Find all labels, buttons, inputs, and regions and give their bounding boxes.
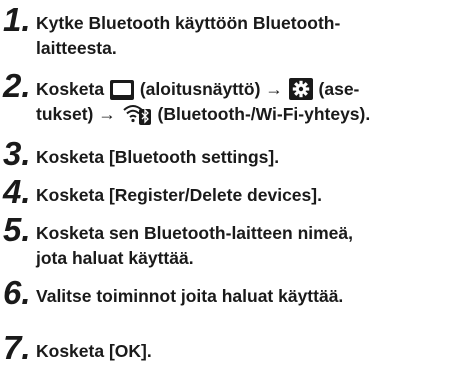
step-text: Kytke Bluetooth käyttöön Bluetooth- lait… — [36, 11, 340, 61]
step-line: Kosketa [Register/Delete devices]. — [36, 185, 322, 205]
step-line: Kosketa sen Bluetooth-laitteen nimeä, — [36, 223, 354, 243]
bluetooth-wifi-icon — [122, 103, 152, 125]
step-number: 7. — [3, 329, 31, 366]
step-text-part: (Bluetooth-/Wi-Fi-yhteys). — [157, 104, 371, 124]
step-text: Valitse toiminnot joita haluat käyttää. — [36, 284, 343, 309]
step-text-part: (aloitusnäyttö) — [139, 79, 261, 99]
step-text: Kosketa sen Bluetooth-laitteen nimeä, jo… — [36, 221, 353, 271]
step-text-part: Kosketa — [36, 79, 105, 99]
step-number: 3. — [3, 135, 31, 172]
step-text-part: (ase- — [318, 79, 360, 99]
step-line: jota haluat käyttää. — [36, 248, 194, 268]
step-line: laitteesta. — [36, 38, 117, 58]
step-line: Kosketa (aloitusnäyttö) → (ase- — [36, 77, 370, 102]
step-number: 4. — [3, 173, 31, 210]
home-screen-icon — [109, 80, 134, 100]
step-line: Kosketa [OK]. — [36, 341, 152, 361]
step-line: Valitse toiminnot joita haluat käyttää. — [36, 286, 344, 306]
step-number: 2. — [3, 67, 31, 104]
step-line: tukset) → (Bluetooth-/Wi-Fi-yhteys). — [36, 102, 370, 127]
step-text: Kosketa [OK]. — [36, 339, 152, 364]
step-text: Kosketa [Register/Delete devices]. — [36, 183, 322, 208]
step-text: Kosketa [Bluetooth settings]. — [36, 145, 279, 170]
arrow-icon: → — [265, 79, 283, 99]
step-number: 5. — [3, 211, 31, 248]
step-line: Kosketa [Bluetooth settings]. — [36, 147, 280, 167]
step-text: Kosketa (aloitusnäyttö) → (ase- tukset) … — [36, 77, 370, 127]
step-line: Kytke Bluetooth käyttöön Bluetooth- — [36, 13, 341, 33]
step-text-part: tukset) — [36, 104, 94, 124]
step-number: 1. — [3, 1, 31, 38]
arrow-icon: → — [98, 104, 116, 124]
step-number: 6. — [3, 274, 31, 311]
settings-gear-icon — [288, 78, 313, 100]
